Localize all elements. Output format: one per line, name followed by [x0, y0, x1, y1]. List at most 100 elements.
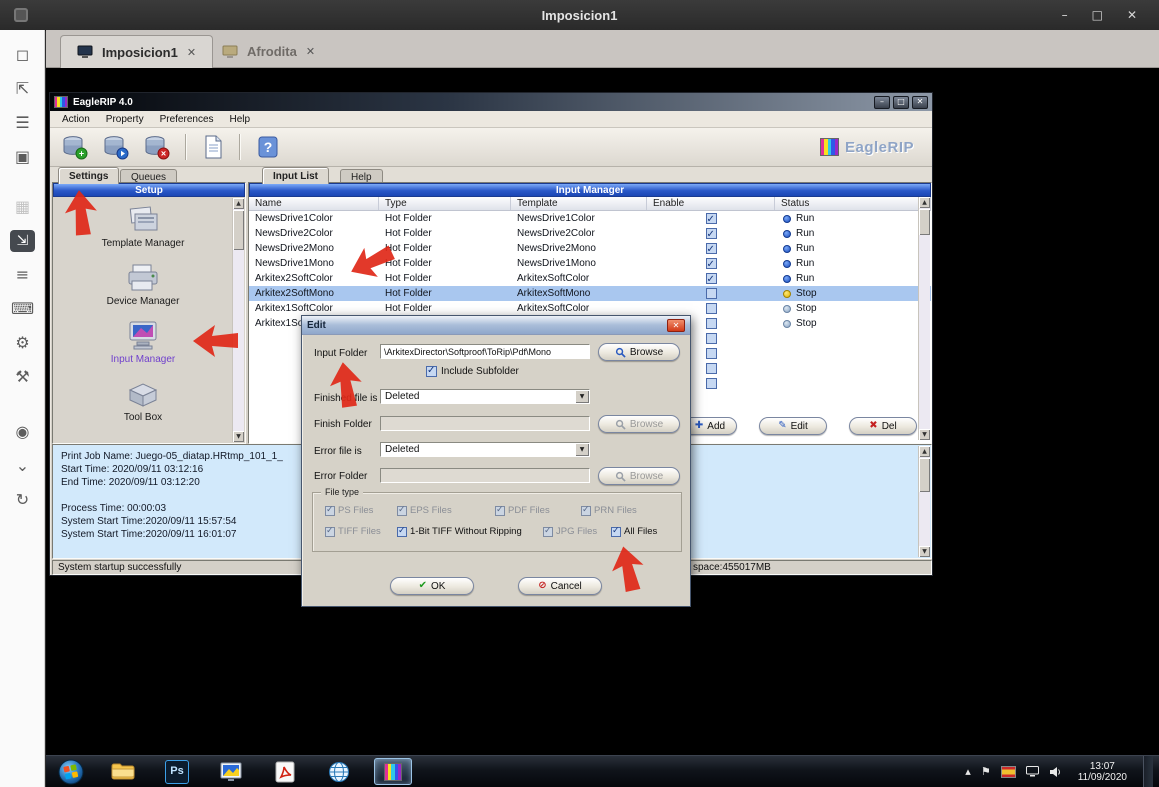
- column-header-enable[interactable]: Enable: [647, 197, 775, 210]
- file-type-checkbox[interactable]: EPS Files: [397, 505, 495, 516]
- enable-checkbox[interactable]: [706, 303, 717, 314]
- enable-checkbox[interactable]: [706, 333, 717, 344]
- file-type-checkbox[interactable]: PRN Files: [581, 505, 637, 516]
- eaglerip-taskbar-icon[interactable]: [374, 758, 412, 785]
- explorer-taskbar-icon[interactable]: [104, 758, 142, 785]
- fit-window-icon[interactable]: ▦: [0, 190, 45, 224]
- start-button[interactable]: [54, 758, 88, 785]
- show-desktop-button[interactable]: [1143, 756, 1153, 787]
- error-folder-field[interactable]: [380, 468, 590, 483]
- menu-preferences[interactable]: Preferences: [152, 113, 222, 126]
- scaled-mode-icon[interactable]: ⇲: [0, 224, 45, 258]
- column-header-name[interactable]: Name: [249, 197, 379, 210]
- combo-arrow-icon[interactable]: ▼: [575, 390, 589, 403]
- browse-finish-folder-button[interactable]: Browse: [598, 415, 680, 433]
- tray-expand-icon[interactable]: ▴: [965, 765, 971, 778]
- volume-icon[interactable]: [1049, 766, 1062, 778]
- setup-item-template-manager[interactable]: Template Manager: [102, 204, 185, 249]
- setup-scrollbar[interactable]: ▲ ▼: [232, 198, 244, 442]
- checkbox[interactable]: [397, 506, 407, 516]
- cancel-button[interactable]: ⊘ Cancel: [518, 577, 602, 595]
- browse-input-folder-button[interactable]: Browse: [598, 343, 680, 361]
- table-row[interactable]: Arkitex2SoftMono Hot Folder ArkitexSoftM…: [249, 286, 931, 301]
- enable-checkbox[interactable]: [706, 378, 717, 389]
- delete-button[interactable]: ✖Del: [849, 417, 917, 435]
- photoshop-taskbar-icon[interactable]: Ps: [158, 758, 196, 785]
- checkbox[interactable]: [325, 527, 335, 537]
- tab-imposicion1[interactable]: Imposicion1 ✕: [60, 35, 213, 68]
- eaglerip-close-button[interactable]: ✕: [912, 96, 928, 109]
- job-start-icon[interactable]: [103, 134, 129, 160]
- menu-property[interactable]: Property: [98, 113, 152, 126]
- file-type-checkbox[interactable]: 1-Bit TIFF Without Ripping: [397, 526, 543, 537]
- pdf-reader-taskbar-icon[interactable]: [266, 758, 304, 785]
- table-row[interactable]: NewsDrive1Color Hot Folder NewsDrive1Col…: [249, 211, 931, 226]
- edit-button[interactable]: ✎Edit: [759, 417, 827, 435]
- checkbox[interactable]: [495, 506, 505, 516]
- job-delete-icon[interactable]: ×: [144, 134, 170, 160]
- setup-item-device-manager[interactable]: Device Manager: [107, 262, 180, 307]
- setup-item-input-manager[interactable]: Input Manager: [111, 320, 176, 365]
- screenshot-icon[interactable]: ◉: [0, 415, 45, 449]
- info-scrollbar[interactable]: ▲ ▼: [918, 446, 930, 557]
- edit-dialog-titlebar[interactable]: Edit ✕: [302, 316, 690, 335]
- file-type-checkbox[interactable]: PDF Files: [495, 505, 581, 516]
- checkbox[interactable]: [543, 527, 553, 537]
- collapse-toolbar-icon[interactable]: ⌄: [0, 449, 45, 483]
- multi-monitor-icon[interactable]: ▣: [0, 140, 45, 174]
- finished-file-select[interactable]: Deleted ▼: [380, 389, 590, 404]
- table-row[interactable]: NewsDrive2Color Hot Folder NewsDrive2Col…: [249, 226, 931, 241]
- file-type-checkbox[interactable]: PS Files: [325, 505, 397, 516]
- enable-checkbox[interactable]: [706, 363, 717, 374]
- menu-help[interactable]: Help: [222, 113, 259, 126]
- ok-button[interactable]: ✔ OK: [390, 577, 474, 595]
- tools-icon[interactable]: ⚒: [0, 360, 45, 394]
- eaglerip-titlebar[interactable]: EagleRIP 4.0 – □ ✕: [50, 93, 932, 111]
- menu-action[interactable]: Action: [54, 113, 98, 126]
- tab-close-icon[interactable]: ✕: [306, 45, 315, 58]
- tab-afrodita[interactable]: Afrodita ✕: [206, 35, 331, 68]
- window-maximize-button[interactable]: □: [1088, 6, 1107, 24]
- action-center-icon[interactable]: ⚑: [981, 765, 991, 778]
- checkbox[interactable]: [581, 506, 591, 516]
- enable-checkbox[interactable]: [706, 258, 717, 269]
- tab-input-list[interactable]: Input List: [262, 167, 329, 184]
- window-minimize-button[interactable]: –: [1058, 6, 1072, 24]
- checkbox[interactable]: [397, 527, 407, 537]
- refresh-icon[interactable]: ↻: [0, 483, 45, 517]
- enable-checkbox[interactable]: [706, 348, 717, 359]
- file-type-checkbox[interactable]: JPG Files: [543, 526, 611, 537]
- finish-folder-field[interactable]: [380, 416, 590, 431]
- input-folder-field[interactable]: [380, 344, 590, 359]
- help-icon[interactable]: ?: [256, 134, 280, 160]
- combo-arrow-icon[interactable]: ▼: [575, 443, 589, 456]
- enable-checkbox[interactable]: [706, 273, 717, 284]
- include-subfolder-checkbox[interactable]: Include Subfolder: [426, 366, 519, 377]
- eaglerip-minimize-button[interactable]: –: [874, 96, 890, 109]
- view-options-icon[interactable]: ≡: [0, 258, 45, 292]
- fullscreen-icon[interactable]: ⇱: [0, 72, 45, 106]
- imposition-taskbar-icon[interactable]: [212, 758, 250, 785]
- tab-settings[interactable]: Settings: [58, 167, 119, 184]
- browser-taskbar-icon[interactable]: [320, 758, 358, 785]
- toolbar-menu-icon[interactable]: ☰: [0, 106, 45, 140]
- file-type-checkbox[interactable]: All Files: [611, 526, 657, 537]
- window-close-button[interactable]: ✕: [1123, 6, 1141, 24]
- preferences-icon[interactable]: ⚙: [0, 326, 45, 360]
- enable-checkbox[interactable]: [706, 288, 717, 299]
- keyboard-grab-icon[interactable]: ⌨: [0, 292, 45, 326]
- checkbox[interactable]: [426, 366, 437, 377]
- enable-checkbox[interactable]: [706, 318, 717, 329]
- tray-clock[interactable]: 13:07 11/09/2020: [1072, 761, 1133, 783]
- column-header-status[interactable]: Status: [775, 197, 931, 210]
- network-icon[interactable]: [1026, 766, 1039, 777]
- enable-checkbox[interactable]: [706, 228, 717, 239]
- table-row[interactable]: Arkitex1SoftColor Hot Folder ArkitexSoft…: [249, 301, 931, 316]
- language-indicator-icon[interactable]: [1001, 766, 1016, 778]
- enable-checkbox[interactable]: [706, 243, 717, 254]
- browse-error-folder-button[interactable]: Browse: [598, 467, 680, 485]
- error-file-select[interactable]: Deleted ▼: [380, 442, 590, 457]
- eaglerip-maximize-button[interactable]: □: [893, 96, 909, 109]
- add-button[interactable]: ✚Add: [683, 417, 737, 435]
- setup-item-tool-box[interactable]: Tool Box: [123, 378, 163, 423]
